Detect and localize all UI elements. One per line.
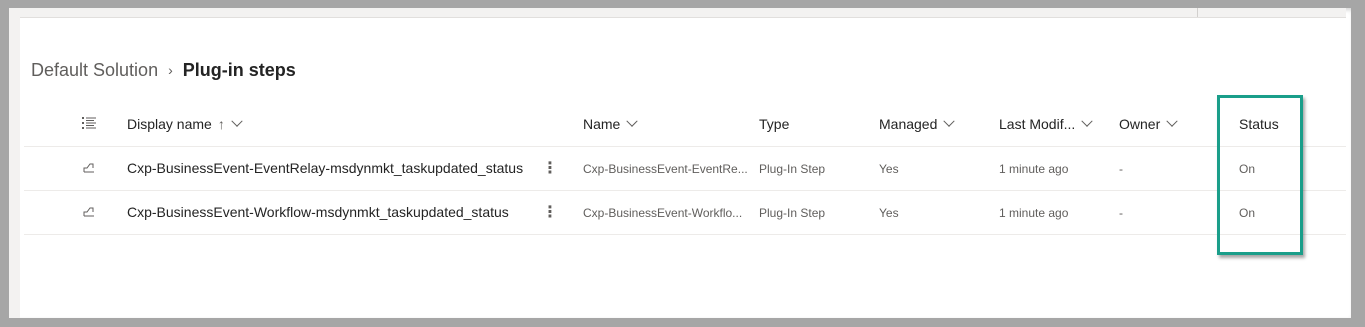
row-last-modified: 1 minute ago (999, 162, 1069, 176)
status-column-highlight (1217, 95, 1303, 255)
column-header-display-name[interactable]: Display name ↑ (127, 114, 243, 134)
row-type: Plug-In Step (759, 162, 826, 176)
row-display-name[interactable]: Cxp-BusinessEvent-EventRelay-msdynmkt_ta… (127, 160, 523, 176)
breadcrumb-parent[interactable]: Default Solution (31, 60, 158, 81)
column-header-label: Name (583, 116, 621, 132)
breadcrumb-current: Plug-in steps (182, 59, 296, 80)
more-options-icon[interactable]: ⋮ (542, 202, 558, 222)
row-managed: Yes (879, 162, 899, 176)
column-header-label: Type (759, 116, 790, 132)
row-owner: - (1119, 162, 1123, 176)
sort-ascending-icon: ↑ (217, 116, 225, 132)
row-managed: Yes (879, 206, 899, 220)
breadcrumb: Default Solution › Plug-in steps (31, 57, 296, 83)
plugin-step-icon (83, 207, 94, 217)
column-header-last-modified[interactable]: Last Modif... (999, 114, 1093, 134)
breadcrumb-separator-icon: › (168, 62, 173, 78)
chevron-down-icon (943, 115, 956, 127)
chevron-down-icon (231, 115, 243, 127)
column-header-label: Display name (127, 116, 212, 132)
more-options-icon[interactable]: ⋮ (542, 158, 558, 178)
column-header-owner[interactable]: Owner (1119, 114, 1178, 134)
header-divider (24, 146, 1346, 147)
column-header-name[interactable]: Name (583, 114, 639, 134)
column-header-label: Owner (1119, 116, 1161, 132)
column-header-type[interactable]: Type (759, 114, 789, 134)
command-bar-edge (20, 8, 1346, 18)
row-owner: - (1119, 206, 1123, 220)
row-name: Cxp-BusinessEvent-Workflo... (583, 206, 743, 220)
column-header-label: Managed (879, 116, 938, 132)
plugin-step-icon (83, 163, 94, 173)
row-divider (24, 234, 1346, 235)
command-bar-divider (1197, 8, 1198, 17)
chevron-down-icon (1081, 115, 1093, 127)
row-divider (24, 190, 1346, 191)
row-name: Cxp-BusinessEvent-EventRe... (583, 162, 748, 176)
left-panel-edge (9, 8, 20, 318)
column-header-managed[interactable]: Managed (879, 114, 956, 134)
column-header-label: Last Modif... (999, 116, 1076, 132)
row-display-name[interactable]: Cxp-BusinessEvent-Workflow-msdynmkt_task… (127, 204, 509, 220)
chevron-down-icon (1166, 115, 1178, 127)
chevron-down-icon (626, 115, 639, 127)
row-last-modified: 1 minute ago (999, 206, 1069, 220)
row-type: Plug-In Step (759, 206, 826, 220)
list-options-icon[interactable] (82, 116, 96, 130)
